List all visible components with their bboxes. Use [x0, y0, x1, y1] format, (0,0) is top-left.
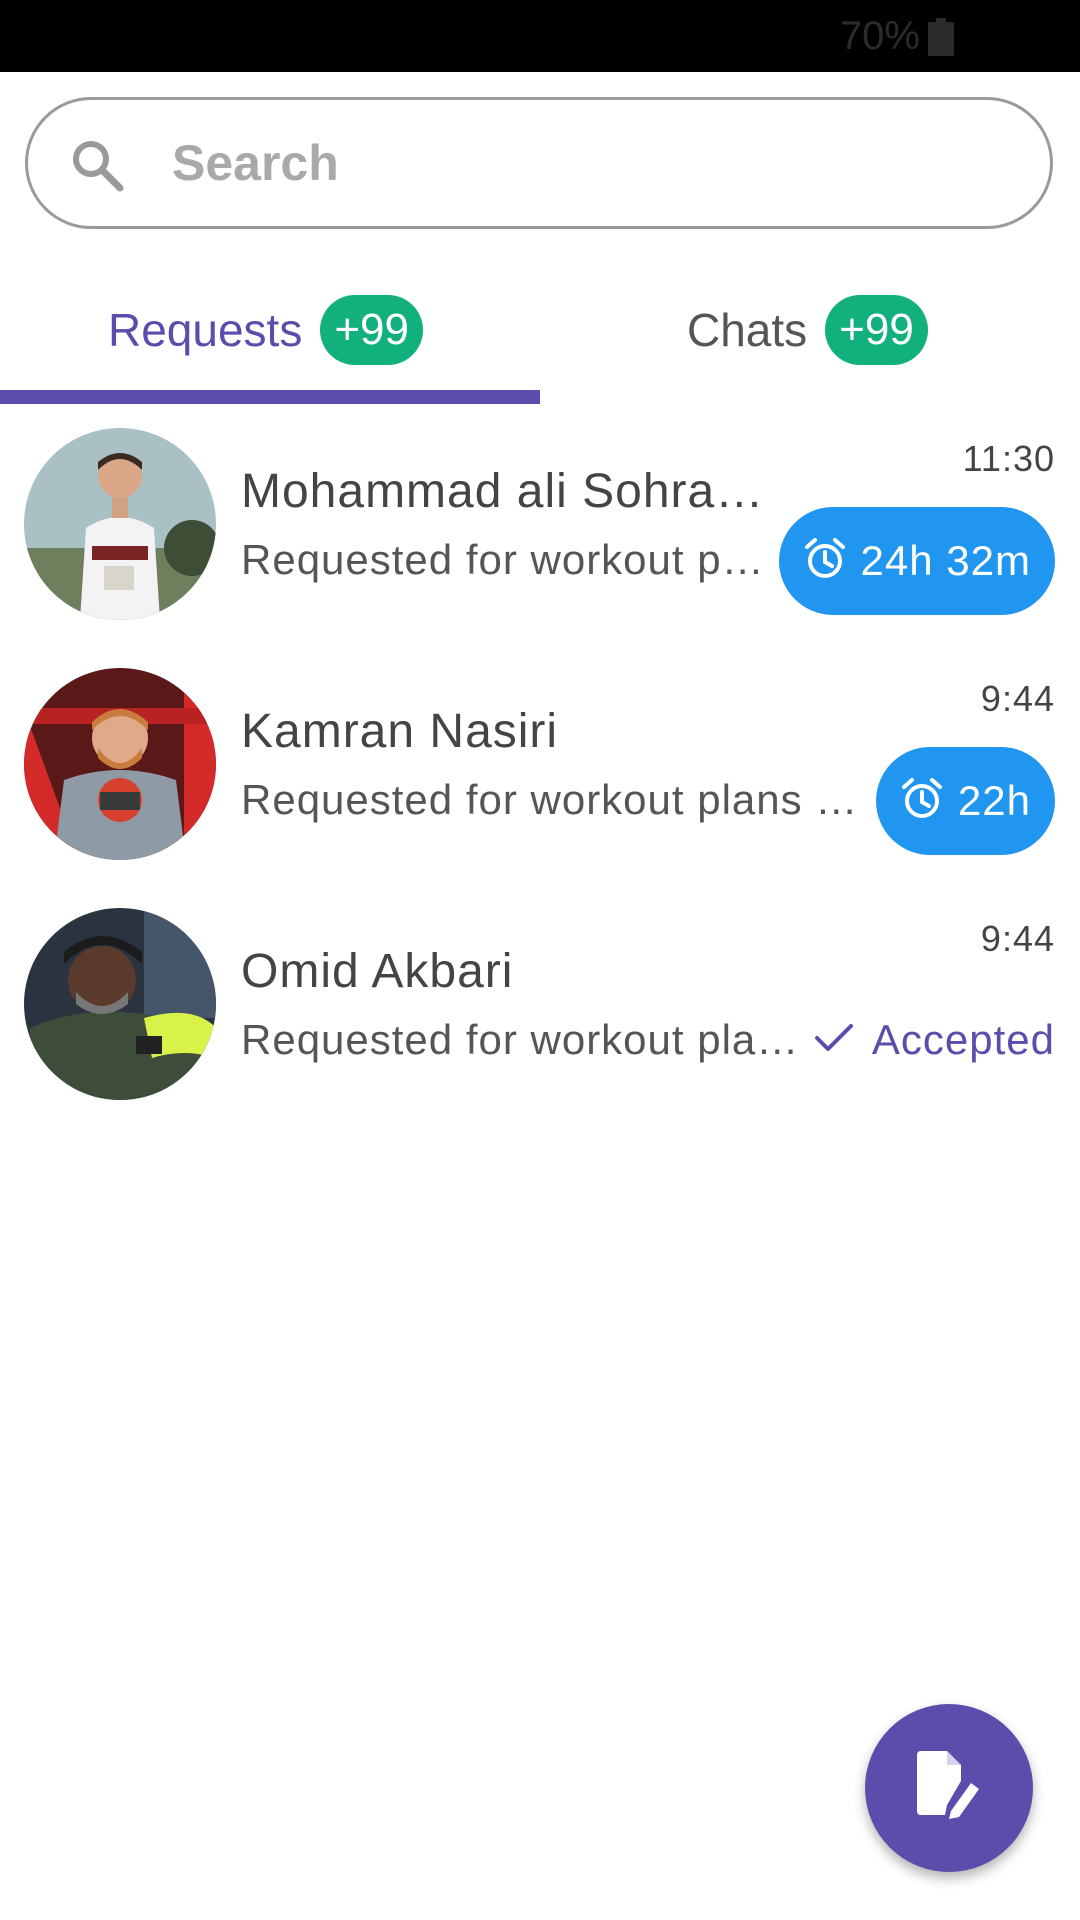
timestamp: 9:44	[980, 678, 1055, 719]
search-input[interactable]	[170, 126, 994, 200]
new-request-fab[interactable]	[865, 1704, 1033, 1872]
contact-name: Kamran Nasiri	[241, 705, 559, 758]
timestamp: 9:44	[980, 918, 1055, 959]
timestamp: 11:30	[962, 438, 1055, 479]
timer-text: 22h	[957, 777, 1031, 824]
timer-text: 24h 32m	[860, 537, 1031, 584]
countdown-timer-badge: 22h	[875, 747, 1055, 855]
contact-name: Mohammad ali Sohra…	[241, 465, 765, 518]
status-bar: 70%	[0, 0, 1080, 72]
avatar	[24, 668, 216, 860]
battery-percentage: 70%	[839, 14, 920, 58]
avatar	[24, 908, 216, 1100]
edit-document-icon	[917, 1750, 981, 1826]
accepted-label: Accepted	[871, 1016, 1055, 1063]
request-item[interactable]: Mohammad ali Sohra… Requested for workou…	[0, 428, 1080, 628]
search-bar[interactable]	[25, 97, 1053, 229]
tab-requests-label: Requests	[108, 304, 303, 356]
tab-chats-label: Chats	[687, 304, 808, 356]
requests-count-badge: +99	[320, 295, 423, 365]
tab-requests[interactable]: Requests +99	[108, 290, 423, 370]
checkmark-icon	[814, 1016, 854, 1064]
request-preview: Requested for workout p…	[241, 536, 765, 583]
countdown-timer-badge: 24h 32m	[778, 507, 1055, 615]
chats-count-badge: +99	[825, 295, 928, 365]
avatar	[24, 428, 216, 620]
request-item[interactable]: Kamran Nasiri Requested for workout plan…	[0, 668, 1080, 868]
request-preview: Requested for workout plans …	[241, 776, 859, 823]
request-item[interactable]: Omid Akbari Requested for workout pla… 9…	[0, 908, 1080, 1108]
alarm-clock-icon	[900, 777, 944, 826]
accepted-status: Accepted	[814, 1016, 1055, 1064]
contact-name: Omid Akbari	[241, 945, 514, 998]
alarm-clock-icon	[803, 537, 847, 586]
search-icon	[68, 136, 128, 201]
tab-chats[interactable]: Chats +99	[687, 290, 928, 370]
battery-icon	[928, 18, 954, 61]
request-preview: Requested for workout pla…	[241, 1016, 800, 1063]
active-tab-indicator	[0, 390, 540, 404]
